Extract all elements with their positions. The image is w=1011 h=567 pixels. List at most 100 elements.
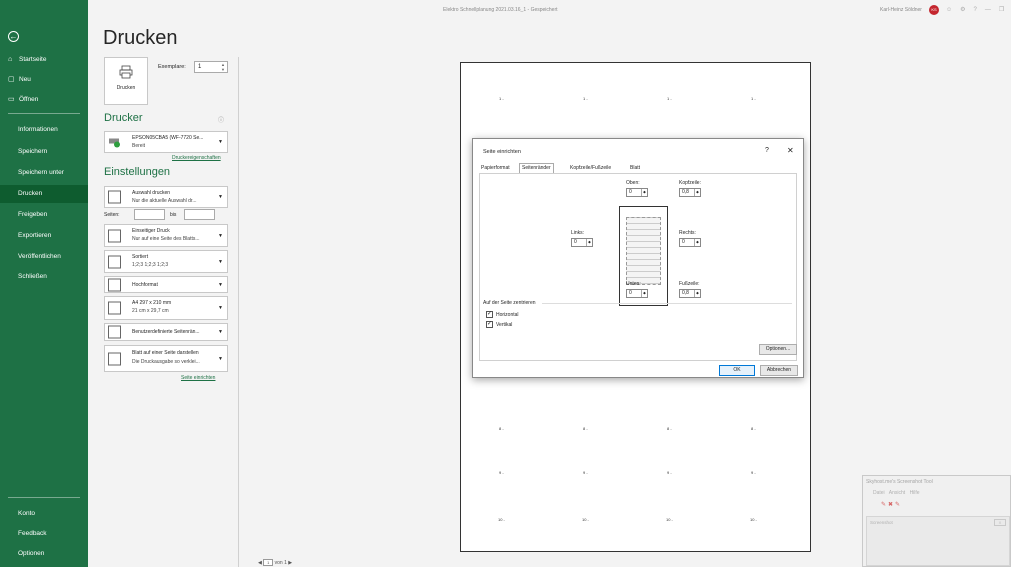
spinner-icon[interactable]: ◆ [641, 189, 647, 196]
left-margin-value: 0 [574, 239, 577, 245]
back-arrow-icon[interactable]: ← [8, 31, 19, 42]
current-page-input[interactable]: 1 [263, 559, 274, 566]
preview-row-label: 8 - [499, 426, 504, 431]
sidebar-item-optionen[interactable]: Optionen [0, 545, 88, 563]
chevron-down-icon: ▼ [218, 281, 223, 288]
printer-icon [119, 65, 133, 79]
sidebar-item-veroeffentlichen[interactable]: Veröffentlichen [0, 248, 88, 266]
new-document-icon: ▢ [8, 76, 15, 83]
settings-icon[interactable]: ⚙ [960, 7, 973, 13]
horizontal-checkbox[interactable]: ✓ [486, 311, 493, 318]
preview-row-label: 9 - [667, 470, 672, 475]
ok-button[interactable]: OK [719, 365, 755, 376]
chevron-down-icon: ▼ [218, 232, 223, 239]
window-title: Elektro Schnellplanung 2021.03.16_1 - Ge… [443, 7, 558, 13]
scaling-select[interactable]: Blatt auf einer Seite darstellen Die Dru… [104, 345, 228, 372]
orientation-select[interactable]: Hochformat ▼ [104, 276, 228, 293]
left-margin-input[interactable]: 0 ◆ [571, 238, 593, 247]
tab-blatt[interactable]: Blatt [628, 163, 642, 173]
close-icon[interactable]: ✕ [787, 146, 794, 155]
top-margin-label: Oben: [626, 180, 640, 186]
copies-input[interactable]: 1 ▲ ▼ [194, 61, 228, 73]
footer-margin-label: Fußzeile: [679, 281, 700, 287]
options-button[interactable]: Optionen... [759, 344, 797, 355]
tab-seitenraender[interactable]: Seitenränder [519, 163, 554, 173]
pages-from-input[interactable] [134, 209, 165, 220]
footer-margin-input[interactable]: 0,8 ◆ [679, 289, 701, 298]
smiley-icon[interactable]: ☺ [946, 7, 960, 13]
spinner-arrows-icon[interactable]: ▲ ▼ [221, 62, 225, 72]
printer-select[interactable]: EPSON05CBA5 (WF-7720 Se... Bereit ▼ [104, 131, 228, 153]
header-margin-input[interactable]: 0,8 ◆ [679, 188, 701, 197]
screenshot-tool-menu[interactable]: Datei Ansicht Hilfe [873, 490, 920, 496]
restore-icon[interactable]: ❐ [999, 7, 1011, 13]
sidebar-item-exportieren[interactable]: Exportieren [0, 227, 88, 245]
horizontal-label: Horizontal [496, 312, 519, 318]
screenshot-tools-icon[interactable]: ✎✖✎ [881, 501, 902, 508]
spinner-icon[interactable]: ◆ [641, 290, 647, 297]
preview-row-label: 1 - [583, 96, 588, 101]
sidebar-item-startseite[interactable]: ⌂ Startseite [0, 51, 88, 69]
spinner-icon[interactable]: ◆ [694, 290, 700, 297]
margins-value: Benutzerdefinierte Seitenrän... [132, 329, 200, 335]
bottom-margin-input[interactable]: 0 ◆ [626, 289, 648, 298]
left-margin-label: Links: [571, 230, 585, 236]
sidebar-item-informationen[interactable]: Informationen [0, 121, 88, 139]
cancel-button[interactable]: Abbrechen [760, 365, 798, 376]
sides-select[interactable]: Einseitiger Druck Nur auf eine Seite des… [104, 224, 228, 247]
sidebar-item-konto[interactable]: Konto [0, 505, 88, 523]
spinner-icon[interactable]: ◆ [586, 239, 592, 246]
pages-to-input[interactable] [184, 209, 215, 220]
page-total-label: von 1 [274, 559, 287, 566]
minimize-icon[interactable]: — [985, 7, 999, 13]
info-icon[interactable]: ⓘ [218, 115, 224, 124]
preview-row-label: 8 - [667, 426, 672, 431]
sidebar-item-freigeben[interactable]: Freigeben [0, 206, 88, 224]
vertical-checkbox[interactable]: ✓ [486, 321, 493, 328]
printer-status: Bereit [132, 143, 146, 149]
header-margin-value: 0,8 [682, 189, 689, 195]
page-setup-link[interactable]: Seite einrichten [181, 375, 215, 381]
printer-properties-link[interactable]: Druckereigenschaften [172, 155, 221, 161]
screenshot-tool-window[interactable]: Skyhost.me's Screenshot Tool Datei Ansic… [862, 475, 1011, 567]
sidebar-item-label: Öffnen [19, 96, 39, 103]
preview-row-label: 8 - [583, 426, 588, 431]
footer-margin-value: 0,8 [682, 290, 689, 296]
chevron-down-icon: ▼ [218, 139, 223, 145]
prev-page-icon[interactable]: ◀ [258, 560, 262, 566]
collate-desc: 1;2;3 1;2;3 1;2;3 [132, 262, 169, 268]
user-name[interactable]: Karl-Heinz Söldner [880, 7, 922, 13]
print-button[interactable]: Drucken [104, 57, 148, 105]
preview-row-label: 1 - [499, 96, 504, 101]
print-scope-select[interactable]: Auswahl drucken Nur die aktuelle Auswahl… [104, 186, 228, 208]
sidebar-item-schliessen[interactable]: Schließen [0, 268, 88, 286]
single-sided-icon [108, 229, 121, 242]
collate-select[interactable]: Sortiert 1;2;3 1;2;3 1;2;3 ▼ [104, 250, 228, 273]
sidebar-item-speichern-unter[interactable]: Speichern unter [0, 164, 88, 182]
backstage-sidebar: ← ⌂ Startseite ▢ Neu ▭ Öffnen Informationen… [0, 0, 88, 567]
preview-row-label: 9 - [499, 470, 504, 475]
paper-size-select[interactable]: A4 297 x 210 mm 21 cm x 29,7 cm ▼ [104, 296, 228, 320]
sidebar-item-oeffnen[interactable]: ▭ Öffnen [0, 91, 88, 109]
avatar[interactable]: KS [929, 5, 939, 15]
sidebar-item-speichern[interactable]: Speichern [0, 143, 88, 161]
spinner-icon[interactable]: ◆ [694, 189, 700, 196]
help-icon[interactable]: ? [765, 147, 769, 154]
close-icon[interactable]: X [994, 519, 1006, 526]
tab-papierformat[interactable]: Papierformat [479, 163, 512, 173]
sidebar-item-drucken[interactable]: Drucken [0, 185, 88, 203]
top-margin-input[interactable]: 0 ◆ [626, 188, 648, 197]
right-margin-input[interactable]: 0 ◆ [679, 238, 701, 247]
sidebar-item-neu[interactable]: ▢ Neu [0, 71, 88, 89]
header-margin-label: Kopfzeile: [679, 180, 701, 186]
spinner-icon[interactable]: ◆ [694, 239, 700, 246]
printer-name: EPSON05CBA5 (WF-7720 Se... [132, 135, 204, 141]
tab-kopfzeile-fusszeile[interactable]: Kopfzeile/Fußzeile [568, 163, 613, 173]
chevron-down-icon: ▼ [218, 305, 223, 311]
help-icon[interactable]: ? [974, 7, 985, 13]
next-page-icon[interactable]: ▶ [288, 560, 292, 566]
paper-size-value: A4 297 x 210 mm [132, 300, 172, 306]
margins-select[interactable]: Benutzerdefinierte Seitenrän... ▼ [104, 323, 228, 341]
sidebar-item-feedback[interactable]: Feedback [0, 525, 88, 543]
home-icon: ⌂ [8, 56, 13, 63]
